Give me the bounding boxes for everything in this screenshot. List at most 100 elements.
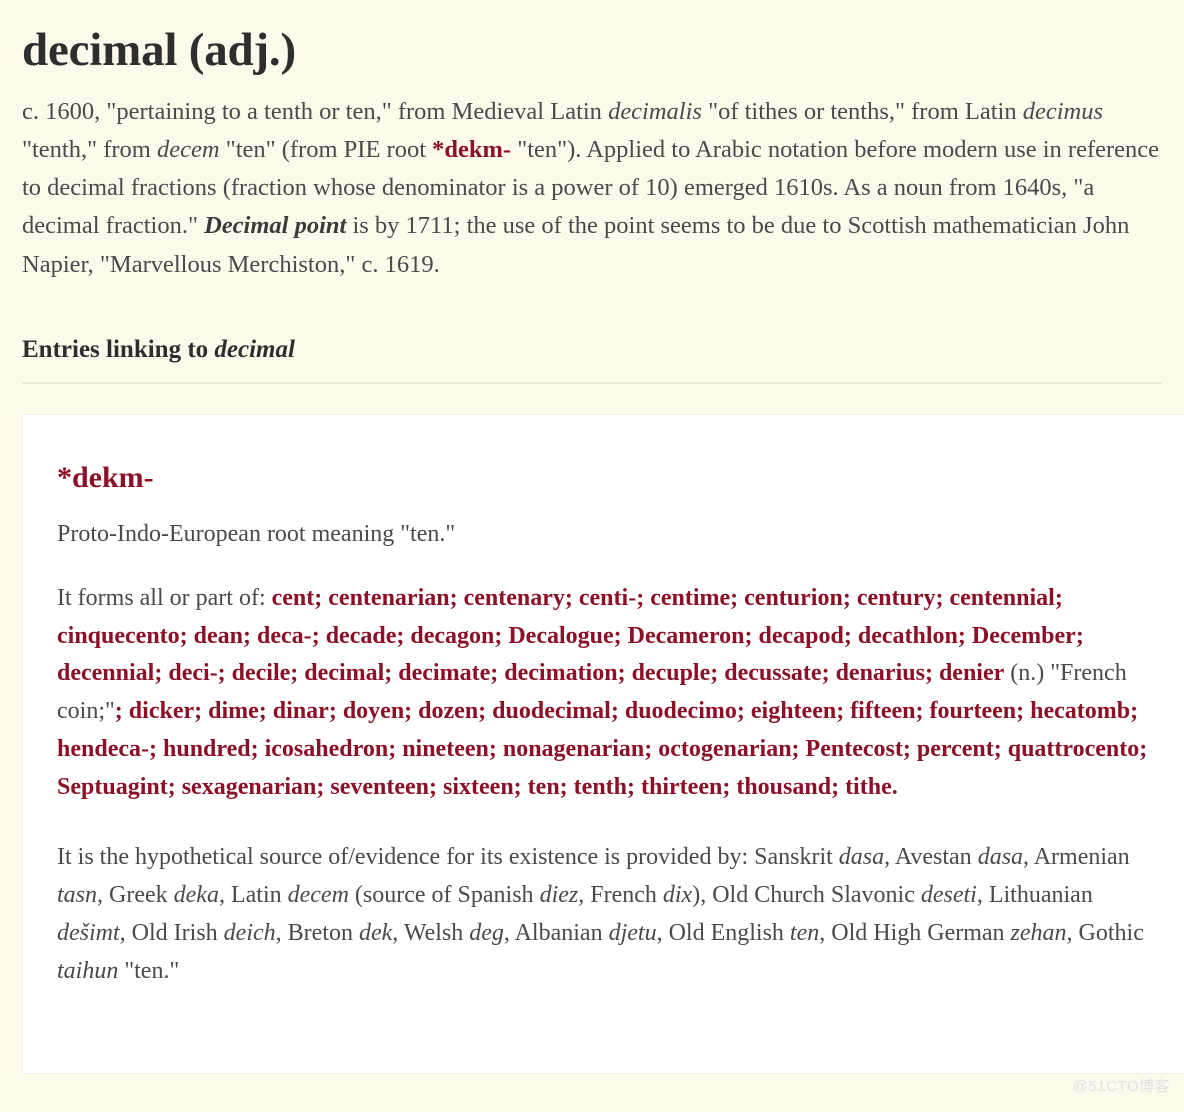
word-list-separator: ; bbox=[490, 660, 505, 687]
word-list-link[interactable]: decimal bbox=[304, 660, 384, 686]
italic-term: decem bbox=[157, 135, 220, 163]
word-list-link[interactable]: denier bbox=[939, 660, 1004, 686]
word-list-link[interactable]: centime bbox=[650, 585, 730, 611]
word-list-link[interactable]: decapod bbox=[759, 623, 844, 649]
word-list-separator: ; bbox=[842, 584, 857, 611]
word-list-link[interactable]: sexagenarian bbox=[182, 774, 317, 800]
word-list-link[interactable]: tenth bbox=[574, 774, 627, 800]
text-run: , Avestan bbox=[884, 844, 978, 871]
word-list-link[interactable]: denarius bbox=[836, 660, 925, 686]
word-list-separator: ; bbox=[1139, 736, 1148, 763]
word-list-link[interactable]: decagon bbox=[410, 623, 494, 649]
linked-entry-title[interactable]: *dekm- bbox=[57, 461, 1150, 494]
word-list-link[interactable]: hecatomb bbox=[1030, 698, 1130, 724]
word-list-separator: ; bbox=[217, 660, 232, 687]
word-list-separator: ; bbox=[791, 736, 806, 763]
watermark: @51CTO博客 bbox=[1072, 1078, 1170, 1095]
word-list-link[interactable]: thousand bbox=[736, 774, 831, 800]
linked-entry-card[interactable]: *dekm- Proto-Indo-European root meaning … bbox=[22, 413, 1184, 1074]
word-list-link[interactable]: decile bbox=[232, 660, 291, 686]
word-list-link[interactable]: decimation bbox=[504, 660, 617, 686]
word-list-link[interactable]: doyen bbox=[343, 698, 404, 724]
word-list-link[interactable]: fourteen bbox=[929, 698, 1016, 724]
word-list-separator: ; bbox=[513, 774, 528, 801]
word-list-link[interactable]: December bbox=[972, 623, 1076, 649]
word-list-separator: ; bbox=[1130, 698, 1139, 725]
italic-term: dešimt bbox=[57, 919, 120, 946]
linked-entry-word-list: It forms all or part of: cent; centenari… bbox=[57, 580, 1150, 807]
word-list-link[interactable]: decuple bbox=[632, 660, 711, 686]
word-list-link[interactable]: decathlon bbox=[858, 623, 958, 649]
word-list-link[interactable]: tithe bbox=[845, 774, 892, 800]
word-list-link[interactable]: deca- bbox=[257, 623, 312, 649]
word-list-separator: ; bbox=[154, 660, 169, 687]
word-list-link[interactable]: cent bbox=[272, 585, 315, 611]
word-list-link[interactable]: century bbox=[857, 585, 936, 611]
word-list-link[interactable]: seventeen bbox=[330, 774, 429, 800]
word-list-link[interactable]: ten bbox=[528, 774, 560, 800]
word-list-link[interactable]: centenarian bbox=[328, 585, 449, 611]
word-list-link[interactable]: duodecimo bbox=[625, 698, 737, 724]
word-list-link[interactable]: quattrocento bbox=[1008, 736, 1140, 762]
word-list-separator: ; bbox=[311, 622, 326, 649]
word-list-link[interactable]: Pentecost bbox=[806, 736, 903, 762]
word-list-link[interactable]: decade bbox=[326, 623, 397, 649]
word-list-link[interactable]: eighteen bbox=[751, 698, 836, 724]
italic-term: djetu bbox=[608, 919, 657, 946]
word-list-link[interactable]: dinar bbox=[273, 698, 329, 724]
dictionary-entry-page: decimal (adj.) c. 1600, "pertaining to a… bbox=[0, 0, 1184, 1074]
linked-entry-cognates: It is the hypothetical source of/evidenc… bbox=[57, 839, 1150, 991]
word-list-link[interactable]: Decameron bbox=[628, 623, 745, 649]
entries-linking-heading-word: decimal bbox=[214, 335, 295, 363]
word-list-link[interactable]: sixteen bbox=[443, 774, 514, 800]
entry-definition: c. 1600, "pertaining to a tenth or ten,"… bbox=[22, 93, 1162, 284]
word-list-separator: ; bbox=[114, 698, 129, 725]
word-list-link[interactable]: dime bbox=[208, 698, 259, 724]
word-list-link[interactable]: nonagenarian bbox=[503, 736, 644, 762]
text-run: "ten" (from PIE root bbox=[219, 135, 433, 163]
word-list-separator: ; bbox=[644, 736, 659, 763]
text-run: , Lithuanian bbox=[976, 881, 1093, 908]
word-list-link[interactable]: centurion bbox=[744, 585, 843, 611]
word-list-link[interactable]: Decalogue bbox=[508, 623, 613, 649]
italic-term: decimus bbox=[1022, 97, 1104, 125]
text-run: , Breton bbox=[275, 919, 359, 946]
text-run: , Old Irish bbox=[119, 919, 224, 946]
word-list-link[interactable]: decennial bbox=[57, 660, 154, 686]
word-list-link[interactable]: dozen bbox=[418, 698, 478, 724]
italic-term: deseti bbox=[920, 881, 977, 908]
emphasized-term: Decimal point bbox=[204, 212, 347, 240]
word-list-separator: ; bbox=[1054, 584, 1063, 611]
word-list-link[interactable]: centennial bbox=[949, 585, 1054, 611]
word-list-link[interactable]: dicker bbox=[129, 698, 194, 724]
word-list-link[interactable]: deci- bbox=[168, 660, 217, 686]
word-list-link[interactable]: centenary bbox=[464, 585, 565, 611]
text-run: (source of Spanish bbox=[348, 881, 540, 908]
word-list-link[interactable]: hendeca- bbox=[57, 736, 149, 762]
word-list-link[interactable]: cinquecento bbox=[57, 623, 180, 649]
word-list-separator: ; bbox=[736, 698, 751, 725]
cross-reference-link[interactable]: *dekm- bbox=[432, 136, 511, 163]
word-list-separator: ; bbox=[993, 736, 1008, 763]
word-list-link[interactable]: decussate bbox=[724, 660, 821, 686]
word-list-link[interactable]: octogenarian bbox=[658, 736, 791, 762]
linked-entry-gloss: Proto-Indo-European root meaning "ten." bbox=[57, 520, 456, 547]
word-list-link[interactable]: centi- bbox=[579, 585, 636, 611]
word-list-link[interactable]: decimate bbox=[398, 660, 490, 686]
word-list-separator: ; bbox=[384, 660, 399, 687]
word-list-separator: ; bbox=[836, 698, 851, 725]
word-list-link[interactable]: dean bbox=[194, 623, 243, 649]
word-list-link[interactable]: percent bbox=[917, 736, 994, 762]
word-list-link[interactable]: icosahedron bbox=[265, 736, 389, 762]
word-list-link[interactable]: hundred bbox=[163, 736, 251, 762]
word-list-link[interactable]: fifteen bbox=[850, 698, 915, 724]
word-list-link[interactable]: nineteen bbox=[402, 736, 489, 762]
word-list-separator: ; bbox=[258, 698, 273, 725]
italic-term: zehan bbox=[1010, 919, 1067, 946]
word-list-link[interactable]: Septuagint bbox=[57, 774, 168, 800]
word-list-separator: ; bbox=[488, 736, 503, 763]
word-list-separator: ; bbox=[957, 622, 972, 649]
word-list-link[interactable]: duodecimal bbox=[492, 698, 611, 724]
word-list-link[interactable]: thirteen bbox=[641, 774, 722, 800]
text-run: ), Old Church Slavonic bbox=[692, 881, 921, 908]
